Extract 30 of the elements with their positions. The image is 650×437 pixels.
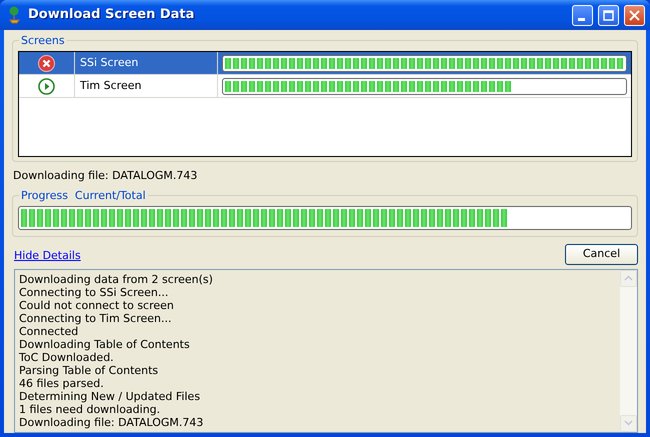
- play-icon: [38, 78, 55, 94]
- log-line: 1 files need downloading.: [19, 402, 162, 416]
- log-line: Connecting to SSi Screen...: [19, 286, 170, 298]
- close-button[interactable]: [624, 4, 645, 26]
- maximize-button[interactable]: [598, 4, 619, 26]
- window-title: Download Screen Data: [28, 6, 196, 24]
- screen-name: Tim Screen: [80, 78, 142, 94]
- log-line: 46 files parsed.: [19, 376, 105, 390]
- log-line: Downloading data from 2 screen(s): [19, 272, 214, 286]
- screen-name: SSi Screen: [80, 54, 138, 71]
- error-icon: [38, 54, 55, 72]
- status-text: Downloading file: DATALOGM.743: [13, 169, 198, 182]
- log-line: Determining New / Updated Files: [19, 390, 202, 402]
- log-line: ToC Downloaded.: [19, 350, 115, 364]
- log-line: Downloading Table of Contents: [19, 338, 191, 350]
- log-line: Parsing Table of Contents: [19, 364, 160, 376]
- log-line: Downloading file: DATALOGM.743: [19, 416, 204, 428]
- group-label: Progress Current/Total: [19, 188, 148, 204]
- hide-details-link[interactable]: Hide Details: [14, 248, 81, 264]
- minimize-button[interactable]: [572, 4, 593, 26]
- screen-row[interactable]: SSi Screen: [19, 52, 631, 75]
- log-line: Connected: [19, 324, 80, 338]
- minimize-icon: [578, 18, 584, 20]
- log-line: Connecting to Tim Screen...: [19, 312, 172, 324]
- app-icon: [6, 6, 23, 24]
- maximize-icon: [603, 10, 614, 20]
- close-icon: [629, 10, 640, 20]
- log-line: Could not connect to screen: [19, 298, 175, 312]
- screen-row[interactable]: Tim Screen: [19, 75, 631, 98]
- cancel-button[interactable]: Cancel: [565, 244, 638, 264]
